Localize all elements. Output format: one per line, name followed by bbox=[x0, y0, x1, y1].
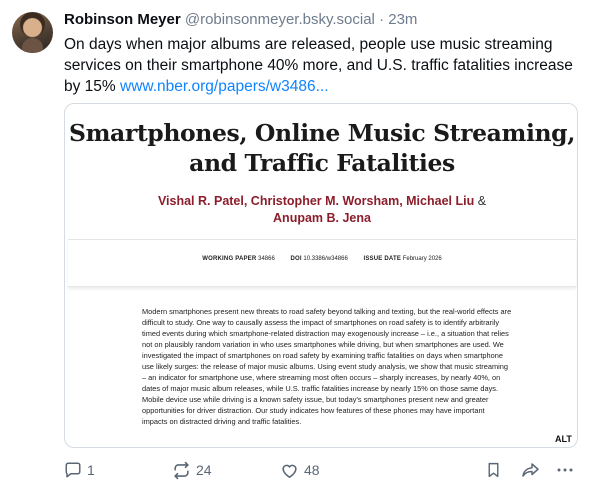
paper-title: Smartphones, Online Music Streaming, and… bbox=[69, 119, 575, 177]
authors-list: Vishal R. Patel, Christopher M. Worsham,… bbox=[157, 194, 475, 208]
repost-button[interactable]: 24 bbox=[172, 460, 212, 480]
working-paper-label: WORKING PAPER bbox=[202, 256, 257, 262]
issue-date: ISSUE DATE February 2026 bbox=[363, 256, 441, 262]
like-count: 48 bbox=[304, 462, 320, 478]
like-button[interactable]: 48 bbox=[280, 460, 320, 480]
avatar[interactable] bbox=[12, 12, 53, 53]
doi: DOI 10.3386/w34866 bbox=[290, 256, 347, 262]
share-button[interactable] bbox=[521, 460, 540, 480]
repost-icon bbox=[172, 461, 191, 480]
more-icon bbox=[556, 461, 574, 479]
paper-abstract: Modern smartphones present new threats t… bbox=[142, 307, 512, 426]
post-text: On days when major albums are released, … bbox=[64, 34, 574, 97]
post-link[interactable]: www.nber.org/papers/w3486... bbox=[120, 78, 329, 95]
doi-label: DOI bbox=[290, 256, 302, 262]
reply-count: 1 bbox=[87, 462, 95, 478]
bookmark-icon bbox=[485, 461, 502, 479]
alt-badge[interactable]: ALT bbox=[553, 433, 574, 445]
working-paper: WORKING PAPER 34866 bbox=[202, 256, 275, 262]
paper-meta: WORKING PAPER 34866 DOI 10.3386/w34866 I… bbox=[65, 256, 577, 262]
working-paper-value: 34866 bbox=[258, 256, 275, 262]
heart-icon bbox=[280, 461, 299, 480]
separator: · bbox=[379, 11, 385, 28]
authors-amp: & bbox=[477, 194, 487, 208]
more-button[interactable] bbox=[556, 460, 574, 480]
reply-icon bbox=[64, 461, 82, 479]
paper-authors: Vishal R. Patel, Christopher M. Worsham,… bbox=[65, 193, 577, 227]
issue-date-value: February 2026 bbox=[402, 256, 442, 262]
image-embed[interactable]: Smartphones, Online Music Streaming, and… bbox=[64, 103, 578, 448]
post[interactable]: Robinson Meyer @robinsonmeyer.bsky.socia… bbox=[0, 0, 589, 490]
author-handle[interactable]: @robinsonmeyer.bsky.social bbox=[185, 11, 375, 28]
issue-date-label: ISSUE DATE bbox=[363, 256, 402, 262]
share-icon bbox=[521, 461, 540, 479]
paper-meta-box bbox=[68, 239, 576, 287]
bookmark-button[interactable] bbox=[485, 460, 502, 480]
post-time[interactable]: 23m bbox=[388, 11, 417, 28]
author-name[interactable]: Robinson Meyer bbox=[64, 11, 181, 28]
post-header: Robinson Meyer @robinsonmeyer.bsky.socia… bbox=[64, 11, 417, 29]
reply-button[interactable]: 1 bbox=[64, 460, 95, 480]
doi-value: 10.3386/w34866 bbox=[303, 256, 348, 262]
repost-count: 24 bbox=[196, 462, 212, 478]
action-bar: 1 24 48 bbox=[64, 460, 578, 480]
authors-last: Anupam B. Jena bbox=[273, 211, 371, 225]
